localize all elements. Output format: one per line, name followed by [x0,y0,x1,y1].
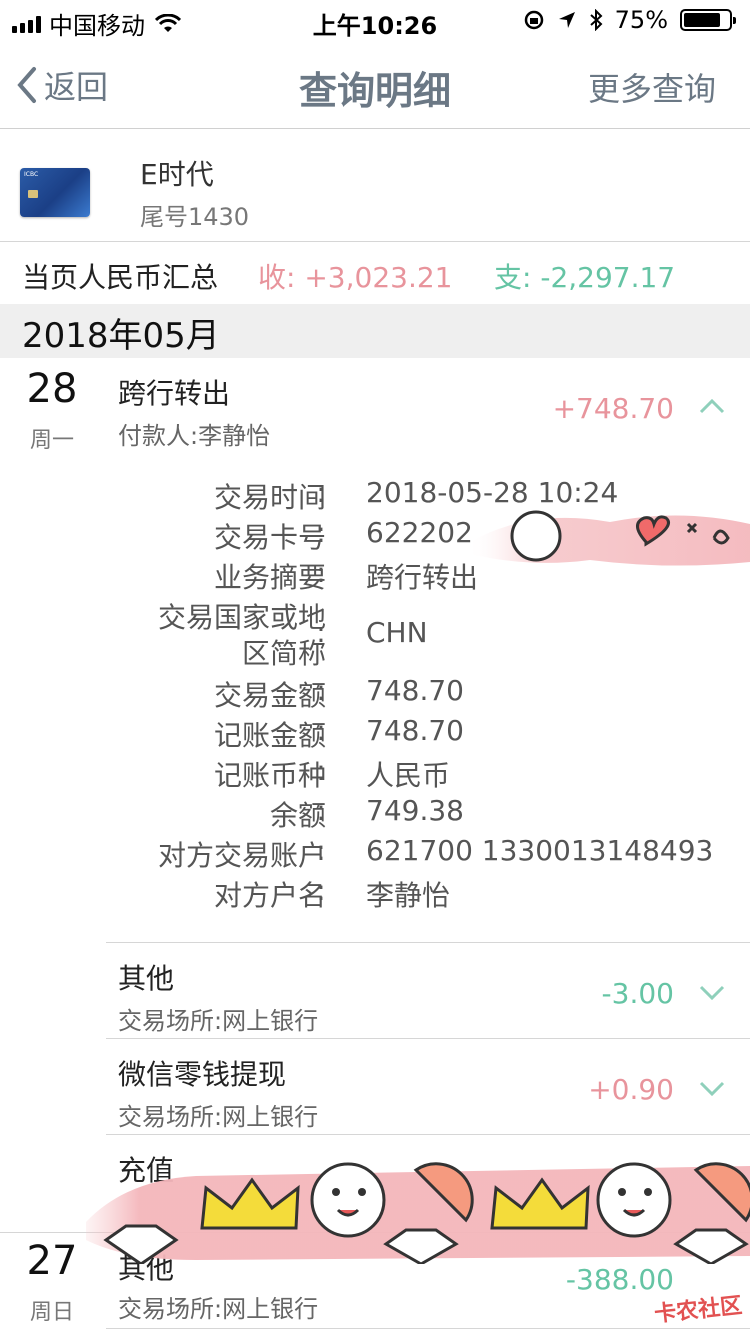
status-right: 75% [523,6,736,34]
detail-value: 748.70 [366,674,464,707]
transaction-subtitle: 交易场所:网上银行 [118,1295,319,1323]
detail-value: 跨行转出 [366,561,479,594]
detail-value: 749.38 [366,794,464,827]
bank-card-brand: ICBC [24,171,39,178]
status-bar: 中国移动 上午10:26 75% [0,0,750,40]
day-number: 28 [26,366,78,412]
detail-label: 对方户名 [213,879,326,912]
transaction-row[interactable]: 其他 交易场所:网上银行 -3.00 [106,943,750,1037]
transaction-subtitle: 付款人:李静怡 [118,422,271,450]
chevron-down-icon[interactable] [698,983,726,1003]
battery-icon [680,9,736,31]
month-header: 2018年05月 [0,304,750,358]
transaction-title: 微信零钱提现 [118,1058,287,1091]
summary-income: 收: +3,023.21 [258,261,453,294]
day-weekday: 周日 [29,1300,74,1325]
transaction-amount: +748.70 [552,392,674,425]
transaction-amount: -388.00 [565,1263,674,1296]
detail-label: 交易卡号 [213,521,326,554]
chevron-up-icon[interactable] [698,396,726,416]
card-name: E时代 [140,158,214,191]
sticker-overlay [470,510,750,566]
detail-label: 对方交易账户 [157,839,326,872]
detail-value: CHN [366,616,428,649]
detail-label: 余额 [269,799,326,832]
detail-label: 记账金额 [213,719,326,752]
transaction-subtitle: 交易场所:网上银行 [118,1103,319,1131]
detail-value: 621700 1330013148493 [366,834,714,867]
transaction-amount: +0.90 [588,1073,674,1106]
detail-label: 交易国家或地 [157,601,326,634]
card-tail-number: 尾号1430 [140,203,250,231]
rotation-lock-icon [524,10,543,30]
detail-value: 748.70 [366,714,464,747]
transaction-title: 跨行转出 [118,377,231,410]
detail-label: 记账币种 [213,759,326,792]
battery-percent: 75% [614,6,668,34]
row-divider [106,1328,750,1329]
more-query-button[interactable]: 更多查询 [588,64,716,110]
detail-label: 业务摘要 [213,561,326,594]
nav-bar: 返回 查询明细 更多查询 [0,40,750,129]
detail-value: 人民币 [366,759,451,792]
transaction-row-expanded[interactable]: 跨行转出 付款人:李静怡 +748.70 [106,366,750,450]
transaction-subtitle: 交易场所:网上银行 [118,1007,319,1035]
bluetooth-icon [589,9,603,31]
transaction-amount: -3.00 [601,977,674,1010]
detail-value: 622202 [366,516,473,549]
location-icon [558,12,575,28]
detail-label: 交易时间 [213,481,326,514]
page-summary: 当页人民币汇总 收: +3,023.21 支: -2,297.17 [0,242,750,304]
chevron-down-icon[interactable] [698,1079,726,1099]
transaction-row[interactable]: 微信零钱提现 交易场所:网上银行 +0.90 [106,1039,750,1133]
day-weekday: 周一 [29,428,74,453]
detail-label: 交易金额 [213,679,326,712]
month-label: 2018年05月 [22,316,220,356]
detail-value: 李静怡 [366,879,451,912]
sticker-band-overlay [86,1162,750,1264]
bank-card-image: ICBC [20,168,90,217]
transaction-title: 其他 [118,962,175,995]
detail-label-cont: 区简称 [241,637,326,670]
summary-label: 当页人民币汇总 [22,261,219,294]
summary-expense: 支: -2,297.17 [494,261,676,294]
card-info[interactable]: ICBC E时代 尾号1430 [0,129,750,242]
